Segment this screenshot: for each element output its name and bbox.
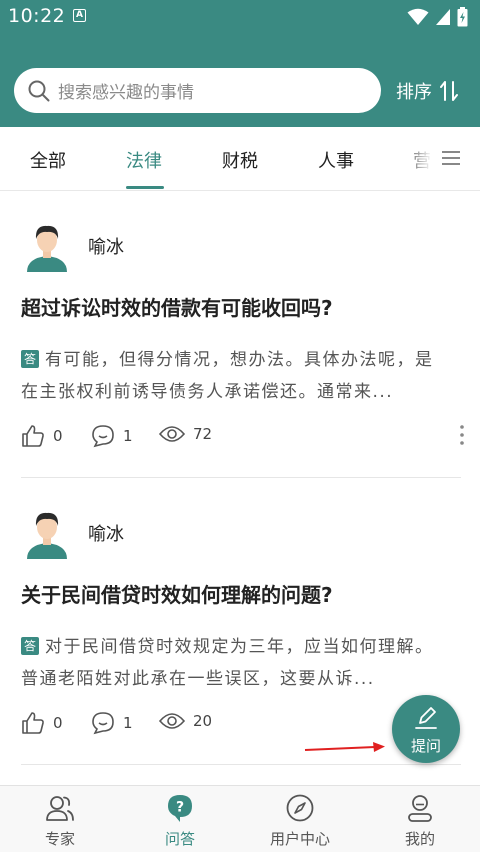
app-header: 10:22 A 搜索感兴趣的事情 排序 <box>0 0 480 127</box>
profile-icon <box>408 795 432 822</box>
tab-hr[interactable]: 人事 <box>318 147 354 173</box>
like-button[interactable]: 0 <box>21 711 63 735</box>
tab-menu-icon[interactable] <box>441 150 461 166</box>
edit-icon <box>415 707 437 729</box>
category-tabs: 全部 法律 财税 人事 营 <box>0 127 480 191</box>
status-bar: 10:22 A <box>0 0 480 34</box>
question-title[interactable]: 超过诉讼时效的借款有可能收回吗? <box>21 292 333 321</box>
nav-user-center-label: 用户中心 <box>269 830 330 848</box>
search-icon <box>28 80 50 101</box>
tab-tax[interactable]: 财税 <box>222 147 258 173</box>
sort-label: 排序 <box>396 82 432 103</box>
comment-button[interactable]: 1 <box>91 424 133 448</box>
views-stat: 20 <box>159 711 212 731</box>
answer-badge: 答 <box>21 350 39 368</box>
nav-qa-label: 问答 <box>164 830 195 848</box>
answer-badge: 答 <box>21 637 39 655</box>
question-title[interactable]: 关于民间借贷时效如何理解的问题? <box>21 579 333 608</box>
like-count: 0 <box>53 714 63 732</box>
more-options-icon[interactable] <box>459 424 465 446</box>
status-icons <box>407 7 468 27</box>
view-count: 20 <box>193 712 213 730</box>
answer-preview[interactable]: 答对于民间借贷时效规定为三年，应当如何理解。普通老陌姓对此承在一些误区，这要从诉… <box>21 631 449 695</box>
like-count: 0 <box>53 427 63 445</box>
comment-count: 1 <box>123 427 133 445</box>
tab-fade <box>398 127 438 187</box>
thumbs-up-icon <box>22 712 44 734</box>
qa-icon: ? <box>168 795 192 822</box>
nav-qa[interactable]: ? 问答 <box>120 786 240 852</box>
ask-question-button[interactable]: 提问 <box>392 695 460 763</box>
author-name: 喻冰 <box>88 237 124 258</box>
ask-question-label: 提问 <box>410 737 441 755</box>
answer-preview[interactable]: 答有可能，但得分情况，想办法。具体办法呢，是在主张权利前诱导债务人承诺偿还。通常… <box>21 344 449 408</box>
nav-experts-label: 专家 <box>44 830 75 848</box>
divider <box>21 477 461 478</box>
signal-icon <box>436 9 450 25</box>
thumbs-up-icon <box>22 425 44 447</box>
active-tab-indicator <box>126 186 164 189</box>
search-placeholder: 搜索感兴趣的事情 <box>58 83 194 103</box>
view-count: 72 <box>193 425 213 443</box>
answer-text: 对于民间借贷时效规定为三年，应当如何理解。普通老陌姓对此承在一些误区，这要从诉.… <box>21 637 434 689</box>
avatar <box>27 225 67 272</box>
bottom-nav: 专家 ? 问答 用户中心 我的 <box>0 785 480 852</box>
comment-icon <box>92 712 114 735</box>
divider <box>21 764 461 765</box>
avatar <box>27 512 67 559</box>
battery-icon <box>457 7 468 27</box>
experts-icon <box>46 796 74 821</box>
nav-user-center[interactable]: 用户中心 <box>240 786 360 852</box>
nav-experts[interactable]: 专家 <box>0 786 120 852</box>
question-card[interactable]: 喻冰 超过诉讼时效的借款有可能收回吗? 答有可能，但得分情况，想办法。具体办法呢… <box>0 192 480 480</box>
status-time: 10:22 <box>8 5 66 27</box>
comment-button[interactable]: 1 <box>91 711 133 735</box>
annotation-arrow <box>304 742 385 752</box>
post-stats: 0 1 72 <box>21 424 464 450</box>
tab-law[interactable]: 法律 <box>126 147 162 173</box>
views-stat: 72 <box>159 424 212 444</box>
status-notification-icon: A <box>73 9 86 22</box>
svg-text:?: ? <box>176 800 184 816</box>
answer-text: 有可能，但得分情况，想办法。具体办法呢，是在主张权利前诱导债务人承诺偿还。通常来… <box>21 350 434 402</box>
like-button[interactable]: 0 <box>21 424 63 448</box>
search-input[interactable]: 搜索感兴趣的事情 <box>14 68 381 113</box>
comment-icon <box>92 425 114 448</box>
sort-button[interactable]: 排序 <box>396 78 458 104</box>
eye-icon <box>159 426 185 442</box>
sort-icon <box>440 81 458 101</box>
wifi-icon <box>407 8 429 25</box>
compass-icon <box>286 794 314 822</box>
tab-all[interactable]: 全部 <box>30 147 66 173</box>
nav-profile-label: 我的 <box>404 830 435 848</box>
nav-profile[interactable]: 我的 <box>360 786 480 852</box>
comment-count: 1 <box>123 714 133 732</box>
eye-icon <box>159 713 185 729</box>
author-name: 喻冰 <box>88 524 124 545</box>
